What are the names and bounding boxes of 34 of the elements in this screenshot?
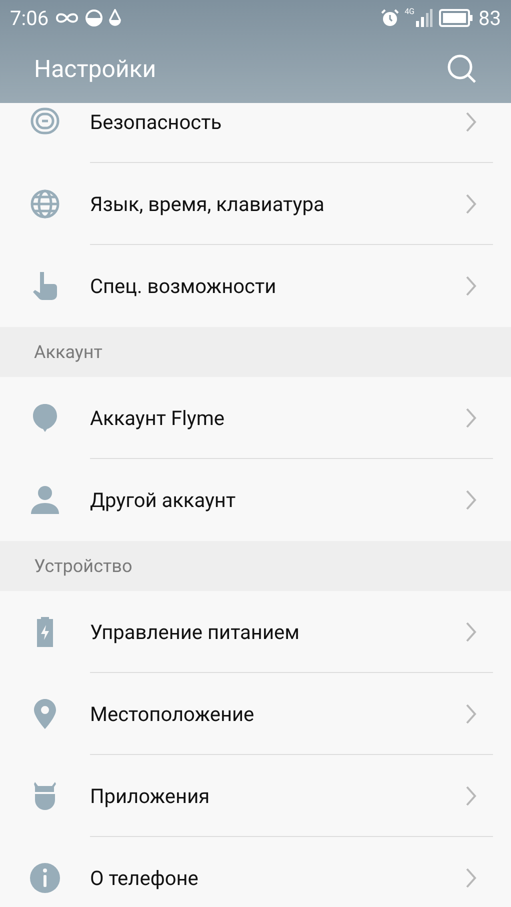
- chevron-icon: [465, 275, 477, 297]
- half-circle-icon: [84, 8, 103, 26]
- drop-icon: [108, 8, 121, 26]
- network-type: 4G: [404, 7, 415, 16]
- settings-item[interactable]: Другой аккаунт: [0, 459, 511, 541]
- settings-item[interactable]: Местоположение: [0, 673, 511, 755]
- settings-item[interactable]: Спец. возможности: [0, 245, 511, 327]
- globe-icon: [29, 188, 61, 220]
- screen-title: Настройки: [34, 55, 158, 83]
- section-title: Устройство: [34, 556, 132, 576]
- settings-item[interactable]: Управление питанием: [0, 591, 511, 673]
- section-title: Аккаунт: [34, 342, 102, 362]
- alarm-icon: [380, 8, 399, 26]
- chevron-icon: [465, 621, 477, 643]
- info-icon: [29, 862, 61, 894]
- settings-item[interactable]: О телефоне: [0, 837, 511, 907]
- chevron-icon: [465, 785, 477, 807]
- person-icon: [29, 484, 61, 516]
- chevron-icon: [465, 489, 477, 511]
- chevron-icon: [465, 193, 477, 215]
- infinity-icon: [54, 10, 79, 24]
- status-time: 7:06: [10, 6, 49, 30]
- chevron-icon: [465, 407, 477, 429]
- battery-percent: 83: [478, 6, 501, 30]
- chevron-icon: [465, 111, 477, 133]
- search-icon[interactable]: [447, 54, 477, 84]
- signal-icon: [414, 8, 433, 26]
- settings-item[interactable]: Аккаунт Flyme: [0, 377, 511, 459]
- settings-item[interactable]: Безопасность: [0, 103, 511, 163]
- settings-item[interactable]: Приложения: [0, 755, 511, 837]
- chevron-icon: [465, 867, 477, 889]
- chevron-icon: [465, 703, 477, 725]
- battery-icon: [438, 8, 473, 26]
- settings-item[interactable]: Язык, время, клавиатура: [0, 163, 511, 245]
